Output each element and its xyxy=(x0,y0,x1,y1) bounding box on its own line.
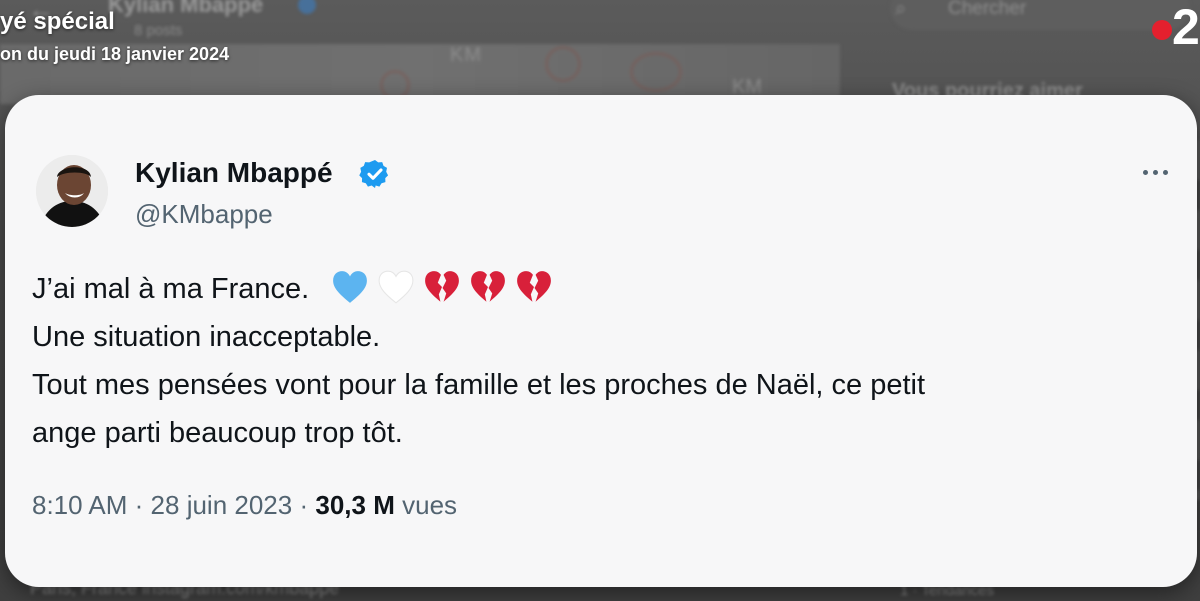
broken-heart-icon xyxy=(471,271,506,303)
avatar-image xyxy=(36,155,108,227)
tweet-card: Kylian Mbappé @KMbappe J’ai mal à ma Fra… xyxy=(5,95,1197,587)
avatar[interactable] xyxy=(36,155,108,227)
dot-icon xyxy=(1142,169,1148,175)
white-heart-icon xyxy=(378,270,414,304)
tweet-line: Une situation inacceptable. xyxy=(32,321,381,353)
tweet-line: ange parti beaucoup trop tôt. xyxy=(32,417,403,449)
meta-separator: · xyxy=(134,490,144,520)
dot-icon xyxy=(1162,169,1168,175)
broken-heart-icon xyxy=(425,271,460,303)
tweet-line: J’ai mal à ma France. xyxy=(32,265,1152,313)
channel-logo: 2 xyxy=(1152,0,1200,55)
emoji-row xyxy=(331,269,553,305)
tweet-line: Tout mes pensées vont pour la famille et… xyxy=(32,369,926,401)
tweet-line-text: J’ai mal à ma France. xyxy=(32,273,310,305)
background-verified-icon xyxy=(298,0,316,14)
show-subtitle: on du jeudi 18 janvier 2024 xyxy=(0,44,230,64)
show-title: yé spécial xyxy=(0,8,115,35)
background-doodle xyxy=(545,46,581,82)
blue-heart-icon xyxy=(333,271,368,304)
views-label: vues xyxy=(402,490,458,520)
tweet-metadata: 8:10 AM · 28 juin 2023 · 30,3 M vues xyxy=(32,490,457,521)
background-search-placeholder: Chercher xyxy=(948,0,1027,19)
author-handle[interactable]: @KMbappe xyxy=(135,199,273,230)
broken-heart-icon xyxy=(517,271,552,303)
views-count[interactable]: 30,3 M xyxy=(315,490,395,520)
background-post-count: 8 posts xyxy=(134,22,183,39)
tweet-date[interactable]: 28 juin 2023 xyxy=(151,490,293,520)
background-banner-text: KM xyxy=(450,44,482,66)
tweet-time[interactable]: 8:10 AM xyxy=(32,490,127,520)
dot-icon xyxy=(1152,169,1158,175)
author-name[interactable]: Kylian Mbappé xyxy=(135,157,333,189)
meta-separator: · xyxy=(299,490,309,520)
svg-text:2: 2 xyxy=(1172,0,1200,55)
verified-badge-icon xyxy=(359,160,389,188)
tweet-text: J’ai mal à ma France. Une situation inac… xyxy=(32,265,1152,457)
background-profile-name: Kylian Mbappé xyxy=(108,0,264,17)
more-options-button[interactable] xyxy=(1135,157,1175,187)
background-search-icon: ⌕ xyxy=(895,0,907,20)
background-doodle xyxy=(630,52,682,92)
